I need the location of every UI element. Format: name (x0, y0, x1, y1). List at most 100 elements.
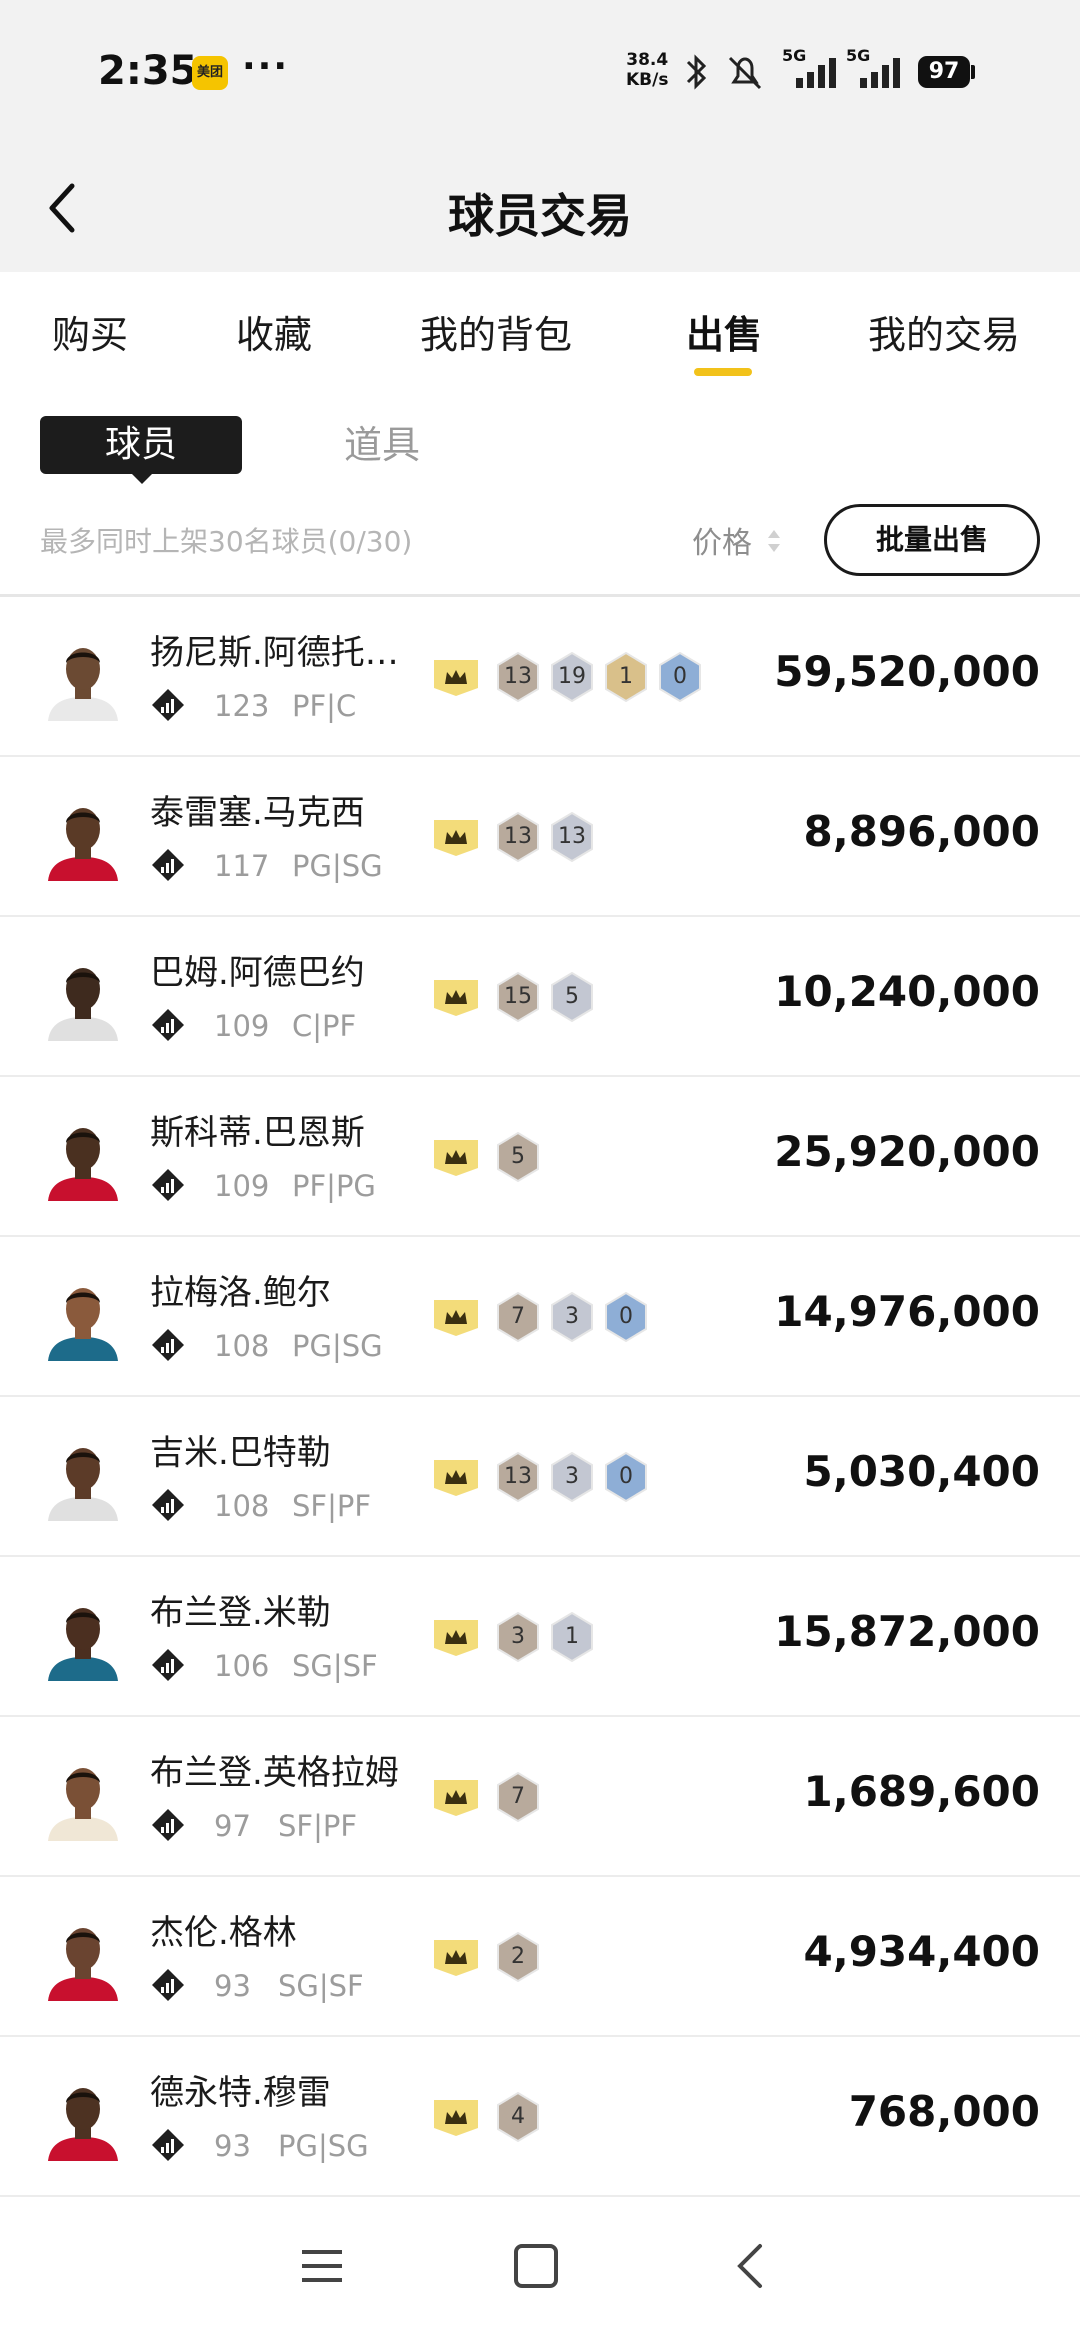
player-position: SG|SF (292, 1649, 378, 1683)
back-arrow-icon[interactable] (722, 2236, 782, 2296)
player-row[interactable]: 拉梅洛.鲍尔 108 PG|SG 7 3 0 14,976,000 (0, 1237, 1080, 1397)
player-price: 4,934,400 (803, 1927, 1040, 1976)
menu-icon[interactable] (292, 2236, 352, 2296)
overall-rating-icon (152, 849, 184, 881)
active-tab-indicator (694, 368, 752, 376)
tab-my-backpack[interactable]: 我的背包 (420, 304, 572, 359)
crown-badge-icon (434, 820, 478, 856)
badge-count: 4 (511, 2104, 525, 2129)
signal-strength-icon (796, 58, 836, 88)
player-price: 5,030,400 (803, 1447, 1040, 1496)
subtab-items[interactable]: 道具 (344, 416, 420, 474)
player-list: 扬尼斯.阿德托… 123 PF|C 13 19 1 0 59,520,000 泰雷塞.马克西 11… (0, 597, 1080, 2197)
player-position: SF|PF (278, 1809, 358, 1843)
overall-rating-icon (152, 1809, 184, 1841)
crown-badge-icon (434, 1940, 478, 1976)
crown-badge-icon (434, 1460, 478, 1496)
badge-count: 0 (673, 664, 687, 689)
player-rating: 93 (214, 1969, 251, 2003)
app-header: 球员交易 (0, 140, 1080, 272)
player-name: 斯科蒂.巴恩斯 (150, 1113, 365, 1153)
listing-limit-text: 最多同时上架30名球员(0/30) (40, 525, 413, 558)
player-avatar (40, 955, 126, 1041)
player-avatar (40, 1595, 126, 1681)
player-row[interactable]: 布兰登.米勒 106 SG|SF 3 1 15,872,000 (0, 1557, 1080, 1717)
status-bar: 2:35 美团 ··· 38.4 KB/s 5G 5G 97 (0, 0, 1080, 140)
system-nav-bar (0, 2200, 1080, 2347)
subtab-players[interactable]: 球员 (40, 416, 242, 474)
player-avatar (40, 1755, 126, 1841)
sort-arrows-icon[interactable] (764, 526, 784, 556)
battery-icon: 97 (918, 56, 970, 88)
player-position: SF|PF (292, 1489, 372, 1523)
player-name: 吉米.巴特勒 (150, 1433, 331, 1473)
player-price: 59,520,000 (774, 647, 1040, 696)
player-row[interactable]: 布兰登.英格拉姆 97 SF|PF 7 1,689,600 (0, 1717, 1080, 1877)
player-price: 10,240,000 (774, 967, 1040, 1016)
player-avatar (40, 2075, 126, 2161)
batch-sell-button[interactable]: 批量出售 (824, 504, 1040, 576)
tab-buy[interactable]: 购买 (52, 304, 128, 359)
page-title: 球员交易 (448, 189, 632, 243)
player-position: PG|SG (292, 1329, 383, 1363)
player-position: PG|SG (292, 849, 383, 883)
player-price: 14,976,000 (774, 1287, 1040, 1336)
overall-rating-icon (152, 689, 184, 721)
battery-tip (971, 65, 975, 79)
subtab-pointer (130, 472, 154, 484)
player-position: PG|SG (278, 2129, 369, 2163)
crown-badge-icon (434, 660, 478, 696)
badge-count: 1 (565, 1624, 579, 1649)
player-row[interactable]: 杰伦.格林 93 SG|SF 2 4,934,400 (0, 1877, 1080, 2037)
player-row[interactable]: 扬尼斯.阿德托… 123 PF|C 13 19 1 0 59,520,000 (0, 597, 1080, 757)
crown-badge-icon (434, 2100, 478, 2136)
player-name: 布兰登.米勒 (150, 1593, 331, 1633)
more-notifications-icon: ··· (242, 46, 290, 87)
badge-count: 3 (511, 1624, 525, 1649)
player-price: 25,920,000 (774, 1127, 1040, 1176)
player-row[interactable]: 吉米.巴特勒 108 SF|PF 13 3 0 5,030,400 (0, 1397, 1080, 1557)
sort-by-price[interactable]: 价格 (692, 518, 752, 562)
signal-strength-icon-2 (860, 58, 900, 88)
badge-count: 7 (511, 1304, 525, 1329)
tab-sell[interactable]: 出售 (686, 304, 762, 359)
overall-rating-icon (152, 1009, 184, 1041)
home-square-icon[interactable] (506, 2236, 566, 2296)
tab-my-trades[interactable]: 我的交易 (868, 304, 1020, 359)
player-price: 768,000 (848, 2087, 1040, 2136)
crown-badge-icon (434, 1620, 478, 1656)
player-row[interactable]: 斯科蒂.巴恩斯 109 PF|PG 5 25,920,000 (0, 1077, 1080, 1237)
network-speed-unit: KB/s (626, 70, 669, 90)
badge-count: 13 (504, 664, 532, 689)
player-avatar (40, 1435, 126, 1521)
overall-rating-icon (152, 1169, 184, 1201)
badge-count: 13 (504, 1464, 532, 1489)
badge-count: 5 (511, 1144, 525, 1169)
player-position: PF|C (292, 689, 357, 723)
player-name: 德永特.穆雷 (150, 2073, 331, 2113)
overall-rating-icon (152, 2129, 184, 2161)
player-avatar (40, 1915, 126, 2001)
player-name: 拉梅洛.鲍尔 (150, 1273, 331, 1313)
player-avatar (40, 795, 126, 881)
crown-badge-icon (434, 1780, 478, 1816)
player-name: 泰雷塞.马克西 (150, 793, 365, 833)
player-avatar (40, 635, 126, 721)
player-name: 杰伦.格林 (150, 1913, 297, 1953)
player-price: 1,689,600 (803, 1767, 1040, 1816)
crown-badge-icon (434, 1140, 478, 1176)
player-row[interactable]: 德永特.穆雷 93 PG|SG 4 768,000 (0, 2037, 1080, 2197)
player-rating: 97 (214, 1809, 251, 1843)
player-name: 扬尼斯.阿德托… (150, 633, 399, 673)
player-row[interactable]: 泰雷塞.马克西 117 PG|SG 13 13 8,896,000 (0, 757, 1080, 917)
crown-badge-icon (434, 980, 478, 1016)
player-rating: 93 (214, 2129, 251, 2163)
badge-count: 2 (511, 1944, 525, 1969)
badge-count: 7 (511, 1784, 525, 1809)
player-row[interactable]: 巴姆.阿德巴约 109 C|PF 15 5 10,240,000 (0, 917, 1080, 1077)
network-speed-value: 38.4 (626, 50, 669, 70)
player-rating: 108 (214, 1489, 270, 1523)
crown-badge-icon (434, 1300, 478, 1336)
tab-favorites[interactable]: 收藏 (236, 304, 312, 359)
player-rating: 117 (214, 849, 270, 883)
